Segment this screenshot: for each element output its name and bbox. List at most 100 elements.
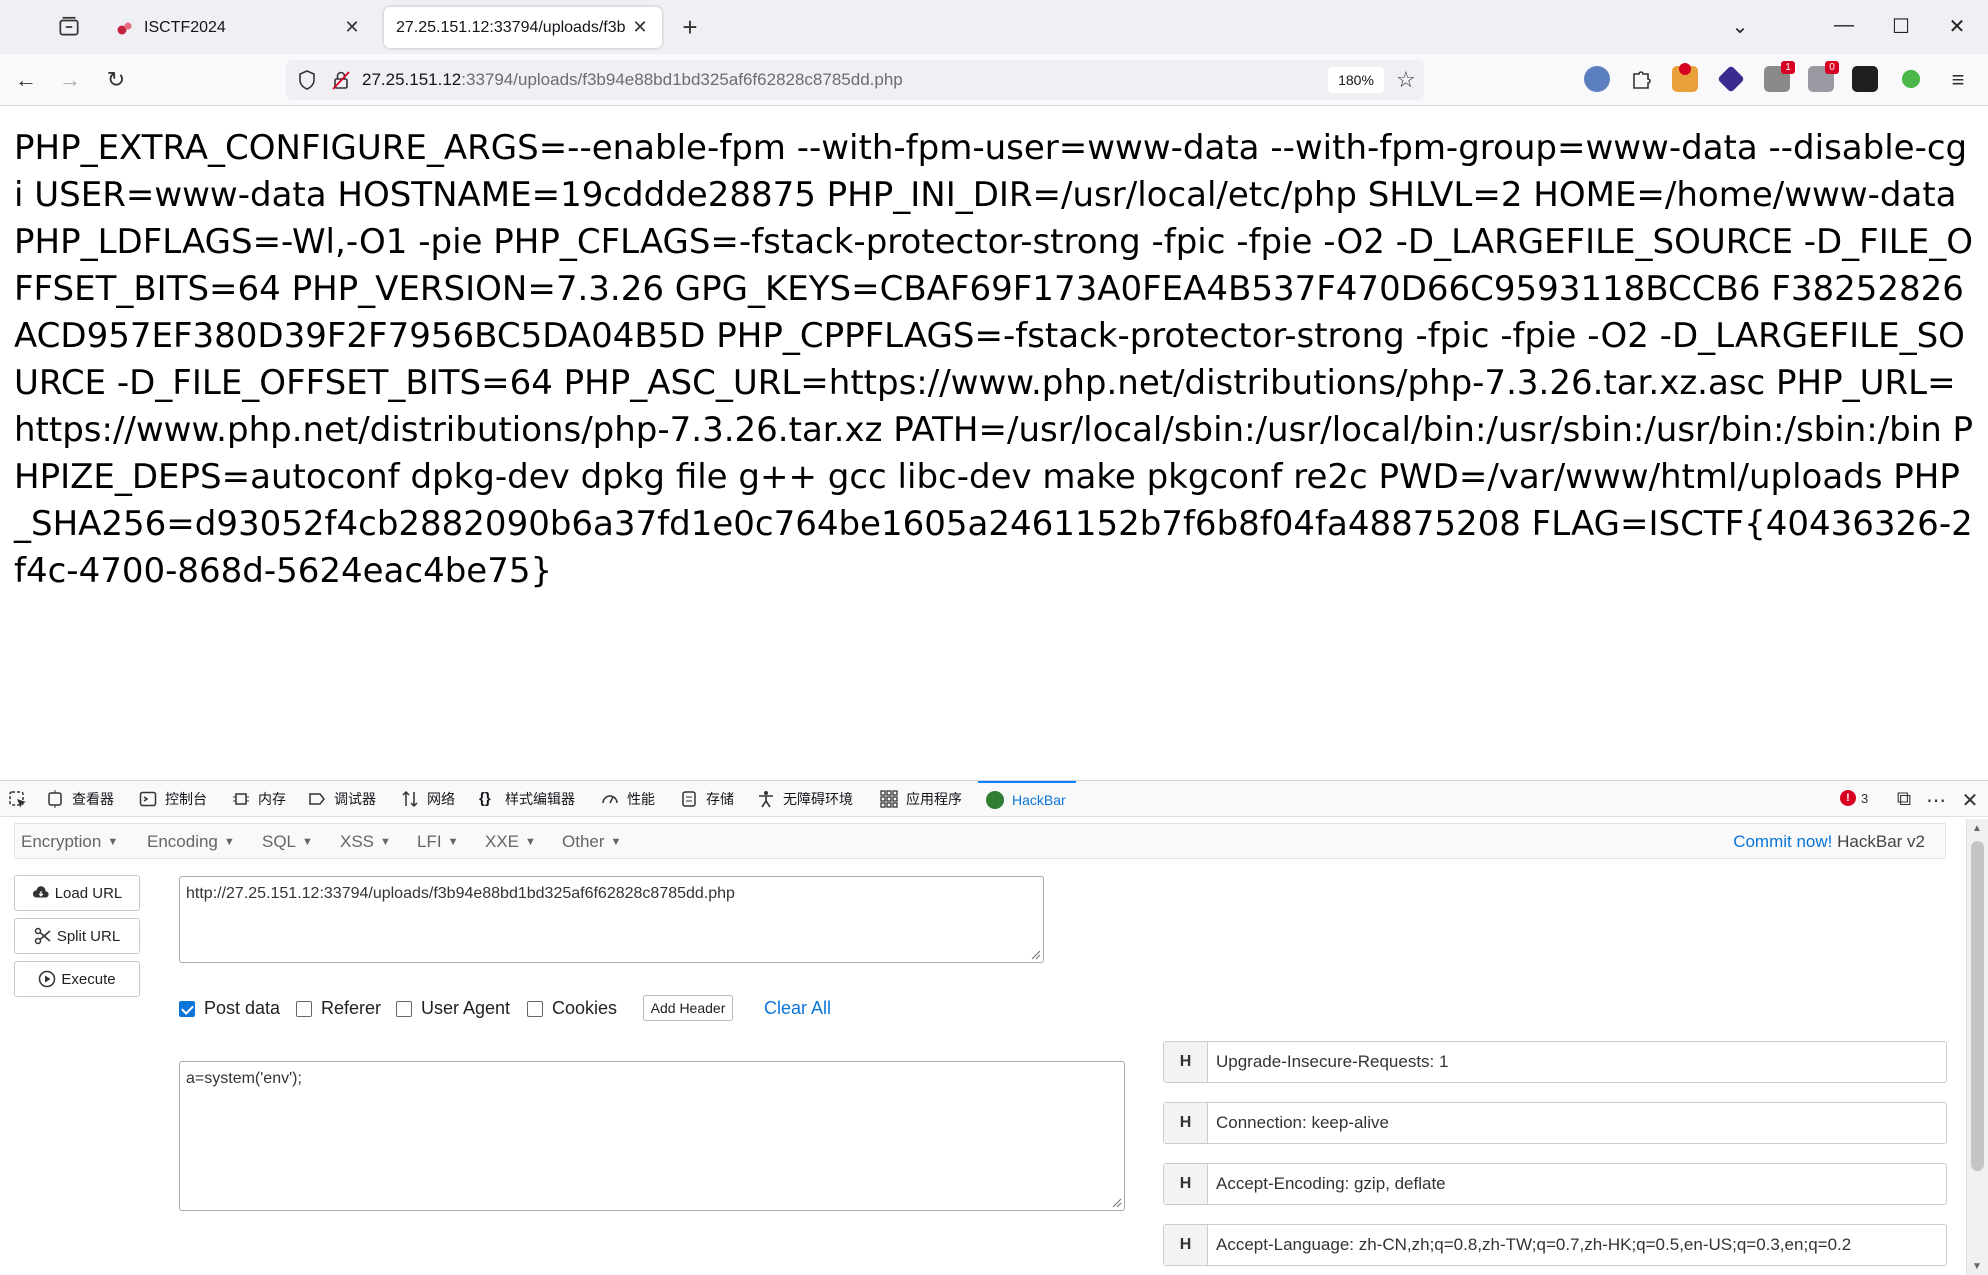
mask-icon[interactable] (1852, 66, 1878, 92)
tab-uploads[interactable]: 27.25.151.12:33794/uploads/f3b ✕ (384, 7, 662, 48)
menu-label: LFI (417, 832, 442, 851)
tab-inspector[interactable]: 查看器 (46, 781, 114, 817)
close-devtools-icon[interactable]: ✕ (1958, 788, 1982, 813)
tab-memory[interactable]: 内存 (232, 781, 286, 817)
network-icon (402, 790, 418, 808)
tab-list-chevron-icon[interactable]: ⌄ (1725, 14, 1755, 39)
menu-xss[interactable]: XSS ▼ (340, 832, 391, 852)
scroll-up-icon[interactable]: ▲ (1972, 823, 1982, 834)
shield-icon[interactable] (296, 69, 318, 91)
scroll-down-icon[interactable]: ▼ (1972, 1261, 1982, 1272)
accessibility-icon (759, 791, 773, 808)
notes-icon[interactable]: 1 (1764, 61, 1795, 92)
cookies-option[interactable]: Cookies (527, 998, 617, 1019)
element-picker-icon[interactable] (8, 790, 28, 810)
page-content: PHP_EXTRA_CONFIGURE_ARGS=--enable-fpm --… (0, 107, 1988, 779)
tab-style-editor[interactable]: {} 样式编辑器 (479, 781, 575, 817)
header-value[interactable]: Upgrade-Insecure-Requests: 1 (1208, 1042, 1946, 1082)
tab-isctf[interactable]: ISCTF2024 ✕ (104, 7, 374, 48)
user-agent-checkbox[interactable] (396, 1000, 412, 1017)
tab-label: 控制台 (165, 791, 207, 807)
tab-accessibility[interactable]: 无障碍环境 (757, 781, 853, 817)
devtools-scrollbar[interactable]: ▲ ▼ (1966, 819, 1988, 1275)
layers-icon[interactable] (1717, 65, 1745, 93)
tab-label: ISCTF2024 (144, 18, 226, 36)
commit-now-link[interactable]: Commit now! (1733, 832, 1832, 851)
cookies-checkbox[interactable] (527, 1000, 543, 1017)
minimize-button[interactable]: — (1829, 14, 1859, 37)
scrollbar-thumb[interactable] (1971, 841, 1984, 1171)
tab-label: 27.25.151.12:33794/uploads/f3b (396, 18, 626, 36)
maximize-button[interactable]: ☐ (1886, 14, 1916, 39)
tab-debugger[interactable]: 调试器 (308, 781, 376, 817)
split-url-button[interactable]: Split URL (14, 918, 140, 954)
header-badge[interactable]: H (1164, 1225, 1208, 1265)
header-value[interactable]: Connection: keep-alive (1208, 1103, 1946, 1143)
resize-handle-icon[interactable] (1029, 948, 1041, 960)
dock-side-icon[interactable]: ⧉ (1892, 788, 1916, 811)
debugger-icon (309, 793, 325, 805)
header-row[interactable]: H Connection: keep-alive (1163, 1102, 1947, 1144)
address-bar[interactable]: 27.25.151.12:33794/uploads/f3b94e88bd1bd… (286, 60, 1424, 100)
post-data-checkbox[interactable] (179, 1000, 195, 1017)
scissors-icon (34, 927, 51, 945)
menu-label: Encoding (147, 832, 218, 851)
reload-icon[interactable]: ↻ (102, 66, 130, 94)
close-window-button[interactable]: ✕ (1942, 14, 1972, 39)
puzzle-icon[interactable] (1628, 66, 1654, 92)
menu-encoding[interactable]: Encoding ▼ (147, 832, 235, 852)
header-row[interactable]: H Upgrade-Insecure-Requests: 1 (1163, 1041, 1947, 1083)
insecure-lock-icon[interactable] (330, 69, 352, 91)
hackbar-icon (986, 791, 1004, 809)
forward-arrow-icon[interactable]: → (56, 66, 84, 94)
menu-icon[interactable]: ≡ (1944, 66, 1972, 94)
new-tab-button[interactable]: + (676, 13, 704, 41)
header-value[interactable]: Accept-Language: zh-CN,zh;q=0.8,zh-TW;q=… (1208, 1225, 1946, 1265)
header-row[interactable]: H Accept-Language: zh-CN,zh;q=0.8,zh-TW;… (1163, 1224, 1947, 1266)
post-data-option[interactable]: Post data (179, 998, 280, 1019)
bookmark-star-icon[interactable]: ☆ (1396, 67, 1416, 93)
tab-application[interactable]: 应用程序 (880, 781, 962, 817)
menu-xxe[interactable]: XXE ▼ (485, 832, 536, 852)
tab-storage[interactable]: 存储 (680, 781, 734, 817)
referer-option[interactable]: Referer (296, 998, 381, 1019)
zoom-level-button[interactable]: 180% (1328, 67, 1384, 93)
tab-list-icon[interactable] (56, 14, 82, 40)
header-badge[interactable]: H (1164, 1042, 1208, 1082)
globe-icon[interactable] (1584, 66, 1610, 92)
tab-performance[interactable]: 性能 (601, 781, 655, 817)
resize-handle-icon[interactable] (1110, 1196, 1122, 1208)
user-agent-option[interactable]: User Agent (396, 998, 510, 1019)
back-arrow-icon[interactable]: ← (12, 66, 40, 94)
menu-sql[interactable]: SQL ▼ (262, 832, 313, 852)
bell-icon[interactable]: 0 (1808, 61, 1839, 92)
more-options-icon[interactable]: ⋯ (1924, 788, 1948, 813)
menu-lfi[interactable]: LFI ▼ (417, 832, 458, 852)
option-label: Post data (204, 998, 281, 1018)
header-value[interactable]: Accept-Encoding: gzip, deflate (1208, 1164, 1946, 1204)
execute-button[interactable]: Execute (14, 961, 140, 997)
console-icon (139, 791, 157, 807)
tab-console[interactable]: 控制台 (139, 781, 207, 817)
stop-icon[interactable] (1672, 63, 1698, 92)
clear-all-link[interactable]: Clear All (764, 998, 831, 1019)
menu-other[interactable]: Other ▼ (562, 832, 621, 852)
add-header-button[interactable]: Add Header (643, 995, 733, 1021)
post-data-textarea[interactable]: a=system('env'); (179, 1061, 1125, 1211)
url-text[interactable]: 27.25.151.12:33794/uploads/f3b94e88bd1bd… (362, 70, 903, 90)
tab-network[interactable]: 网络 (401, 781, 455, 817)
error-count-badge[interactable]: ! 3 (1840, 790, 1868, 806)
referer-checkbox[interactable] (296, 1000, 312, 1017)
header-badge[interactable]: H (1164, 1164, 1208, 1204)
close-tab-icon[interactable]: ✕ (630, 17, 650, 38)
menu-label: SQL (262, 832, 297, 851)
close-tab-icon[interactable]: ✕ (342, 17, 362, 38)
ctf-favicon-icon (117, 22, 132, 34)
url-textarea[interactable]: http://27.25.151.12:33794/uploads/f3b94e… (179, 876, 1044, 963)
js-icon[interactable] (1901, 69, 1921, 89)
header-badge[interactable]: H (1164, 1103, 1208, 1143)
header-row[interactable]: H Accept-Encoding: gzip, deflate (1163, 1163, 1947, 1205)
tab-hackbar[interactable]: HackBar (978, 781, 1076, 817)
load-url-button[interactable]: Load URL (14, 875, 140, 911)
menu-encryption[interactable]: Encryption ▼ (21, 832, 118, 852)
